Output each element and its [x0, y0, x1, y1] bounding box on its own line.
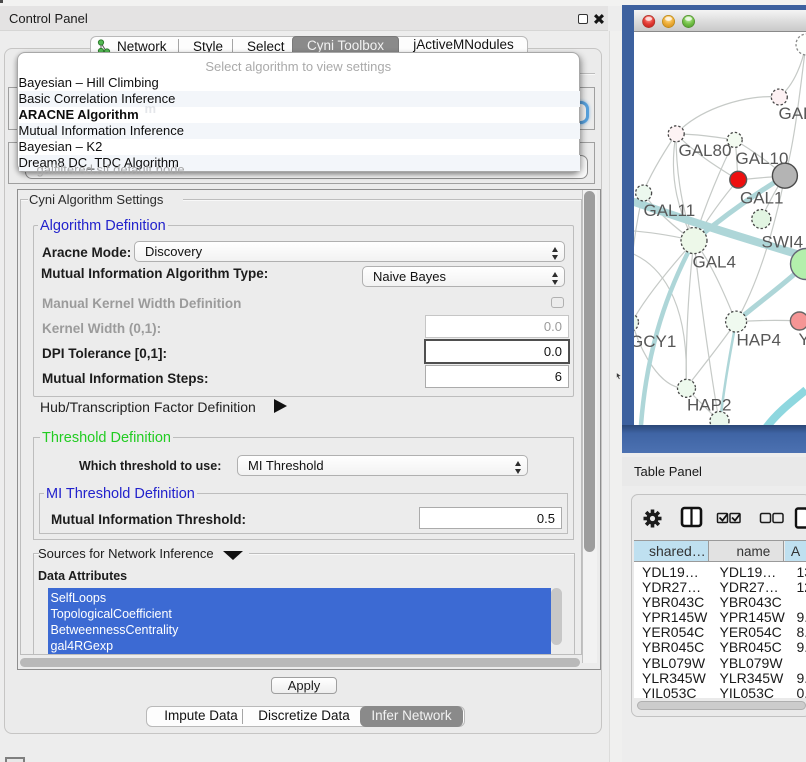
- svg-text:GAL1: GAL1: [740, 189, 783, 208]
- svg-text:GAL4: GAL4: [693, 253, 736, 272]
- svg-text:GAL11: GAL11: [644, 201, 696, 220]
- svg-text:GAL10: GAL10: [736, 149, 789, 168]
- svg-text:SWI4: SWI4: [762, 233, 804, 252]
- svg-text:HAP2: HAP2: [687, 396, 731, 415]
- svg-text:GCY1: GCY1: [634, 332, 676, 351]
- svg-text:GAL7: GAL7: [779, 104, 806, 123]
- svg-text:YB: YB: [799, 330, 806, 349]
- svg-text:HAP4: HAP4: [737, 331, 781, 350]
- svg-text:GAL80: GAL80: [679, 141, 732, 160]
